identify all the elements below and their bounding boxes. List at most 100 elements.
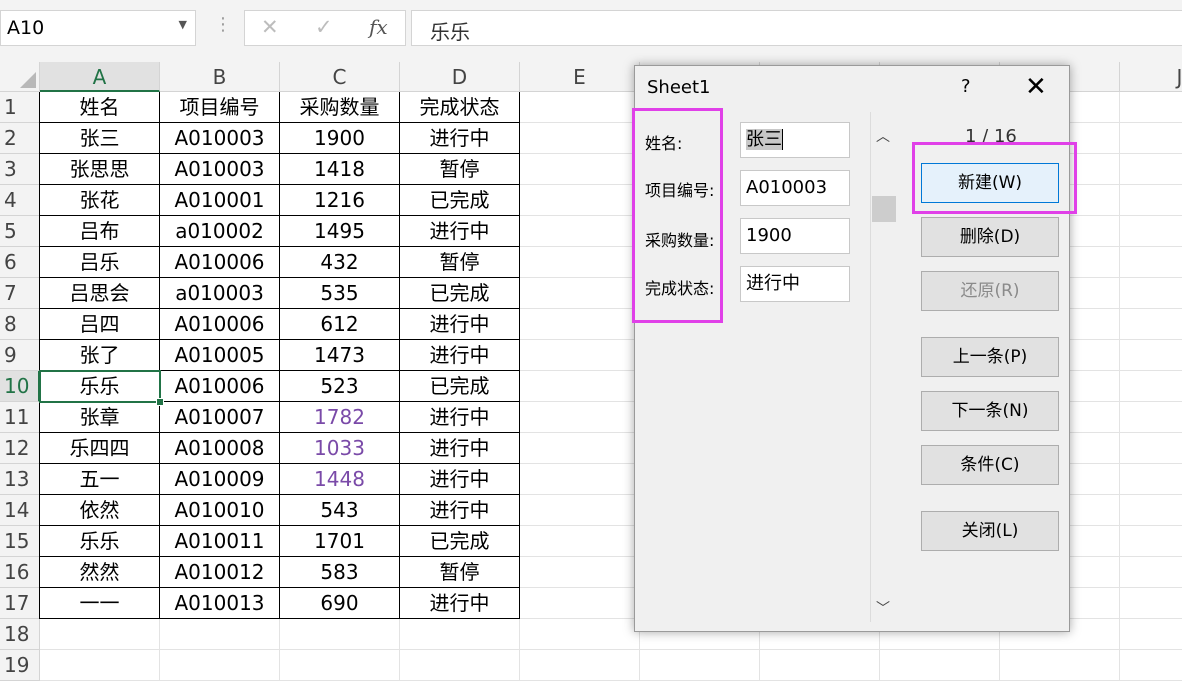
insert-function-icon[interactable]: fx	[369, 15, 388, 39]
table-cell[interactable]: a010002	[160, 216, 280, 247]
table-cell[interactable]: 进行中	[400, 433, 520, 464]
grid-cell[interactable]	[520, 557, 640, 588]
table-cell[interactable]: 1473	[280, 340, 400, 371]
previous-record-button[interactable]: 上一条(P)	[921, 337, 1059, 377]
grid-cell[interactable]	[1120, 588, 1182, 619]
table-cell[interactable]: 张章	[40, 402, 160, 433]
grid-cell[interactable]	[1120, 123, 1182, 154]
grid-cell[interactable]	[520, 92, 640, 123]
table-cell[interactable]: A010012	[160, 557, 280, 588]
row-header[interactable]: 9	[0, 340, 40, 371]
grid-cell[interactable]	[1120, 464, 1182, 495]
close-dialog-button[interactable]: 关闭(L)	[921, 511, 1059, 551]
grid-cell[interactable]	[520, 185, 640, 216]
table-cell[interactable]: 1701	[280, 526, 400, 557]
table-cell[interactable]: A010013	[160, 588, 280, 619]
field-input-project-code[interactable]: A010003	[740, 170, 850, 206]
grid-cell[interactable]	[400, 619, 520, 650]
criteria-button[interactable]: 条件(C)	[921, 445, 1059, 485]
table-cell[interactable]: 进行中	[400, 123, 520, 154]
grid-cell[interactable]	[1120, 216, 1182, 247]
table-cell[interactable]: 然然	[40, 557, 160, 588]
record-scrollbar[interactable]: ︿ ﹀	[871, 112, 896, 622]
table-cell[interactable]: 已完成	[400, 185, 520, 216]
formula-input[interactable]: 乐乐	[411, 10, 1182, 46]
table-cell[interactable]: 535	[280, 278, 400, 309]
grid-cell[interactable]	[400, 650, 520, 681]
table-cell[interactable]: 进行中	[400, 402, 520, 433]
row-header[interactable]: 14	[0, 495, 40, 526]
column-header[interactable]: A	[40, 62, 160, 92]
delete-button[interactable]: 删除(D)	[921, 217, 1059, 257]
table-cell[interactable]: A010003	[160, 154, 280, 185]
field-input-name[interactable]: 张三	[740, 122, 850, 158]
table-cell[interactable]: 1782	[280, 402, 400, 433]
table-cell[interactable]: 1216	[280, 185, 400, 216]
table-cell[interactable]: 523	[280, 371, 400, 402]
table-cell[interactable]: 543	[280, 495, 400, 526]
table-cell[interactable]: 进行中	[400, 495, 520, 526]
grid-cell[interactable]	[1120, 340, 1182, 371]
table-cell[interactable]: 张思思	[40, 154, 160, 185]
cancel-icon[interactable]: ✕	[261, 15, 279, 39]
close-icon[interactable]: ✕	[1025, 72, 1047, 102]
grid-cell[interactable]	[520, 154, 640, 185]
table-cell[interactable]: 1900	[280, 123, 400, 154]
grid-cell[interactable]	[1120, 650, 1182, 681]
grid-cell[interactable]	[1120, 278, 1182, 309]
grid-cell[interactable]	[40, 619, 160, 650]
table-cell[interactable]: A010010	[160, 495, 280, 526]
table-cell[interactable]: 已完成	[400, 526, 520, 557]
grid-cell[interactable]	[520, 526, 640, 557]
chevron-up-icon[interactable]: ︿	[876, 126, 890, 146]
table-cell[interactable]: 已完成	[400, 371, 520, 402]
grid-cell[interactable]	[160, 650, 280, 681]
table-cell[interactable]: 690	[280, 588, 400, 619]
table-cell[interactable]: 项目编号	[160, 92, 280, 123]
row-header[interactable]: 15	[0, 526, 40, 557]
table-cell[interactable]: 完成状态	[400, 92, 520, 123]
column-header[interactable]: J	[1120, 62, 1182, 92]
row-header[interactable]: 2	[0, 123, 40, 154]
table-cell[interactable]: 进行中	[400, 309, 520, 340]
field-input-quantity[interactable]: 1900	[740, 218, 850, 254]
grid-cell[interactable]	[40, 650, 160, 681]
grid-cell[interactable]	[1120, 433, 1182, 464]
table-cell[interactable]: 依然	[40, 495, 160, 526]
row-header[interactable]: 16	[0, 557, 40, 588]
grid-cell[interactable]	[880, 650, 1000, 681]
grid-cell[interactable]	[1120, 247, 1182, 278]
table-cell[interactable]: 进行中	[400, 340, 520, 371]
next-record-button[interactable]: 下一条(N)	[921, 391, 1059, 431]
row-header[interactable]: 18	[0, 619, 40, 650]
help-icon[interactable]: ?	[961, 76, 971, 97]
row-header[interactable]: 5	[0, 216, 40, 247]
grid-cell[interactable]	[520, 216, 640, 247]
table-cell[interactable]: A010001	[160, 185, 280, 216]
row-header[interactable]: 6	[0, 247, 40, 278]
table-cell[interactable]: 暂停	[400, 154, 520, 185]
grid-cell[interactable]	[520, 340, 640, 371]
table-cell[interactable]: A010006	[160, 247, 280, 278]
grid-cell[interactable]	[1120, 495, 1182, 526]
grid-cell[interactable]	[280, 650, 400, 681]
table-cell[interactable]: A010007	[160, 402, 280, 433]
table-cell[interactable]: A010009	[160, 464, 280, 495]
column-header[interactable]: D	[400, 62, 520, 92]
table-cell[interactable]: A010003	[160, 123, 280, 154]
table-cell[interactable]: 583	[280, 557, 400, 588]
table-cell[interactable]: 已完成	[400, 278, 520, 309]
table-cell[interactable]: 乐乐	[40, 526, 160, 557]
table-cell[interactable]: 张三	[40, 123, 160, 154]
grid-cell[interactable]	[640, 650, 760, 681]
grid-cell[interactable]	[1120, 92, 1182, 123]
grid-cell[interactable]	[520, 371, 640, 402]
table-cell[interactable]: 吕四	[40, 309, 160, 340]
grid-cell[interactable]	[1120, 402, 1182, 433]
grid-cell[interactable]	[1120, 526, 1182, 557]
grid-cell[interactable]	[520, 309, 640, 340]
table-cell[interactable]: A010006	[160, 309, 280, 340]
row-header[interactable]: 12	[0, 433, 40, 464]
table-cell[interactable]: a010003	[160, 278, 280, 309]
grid-cell[interactable]	[520, 402, 640, 433]
